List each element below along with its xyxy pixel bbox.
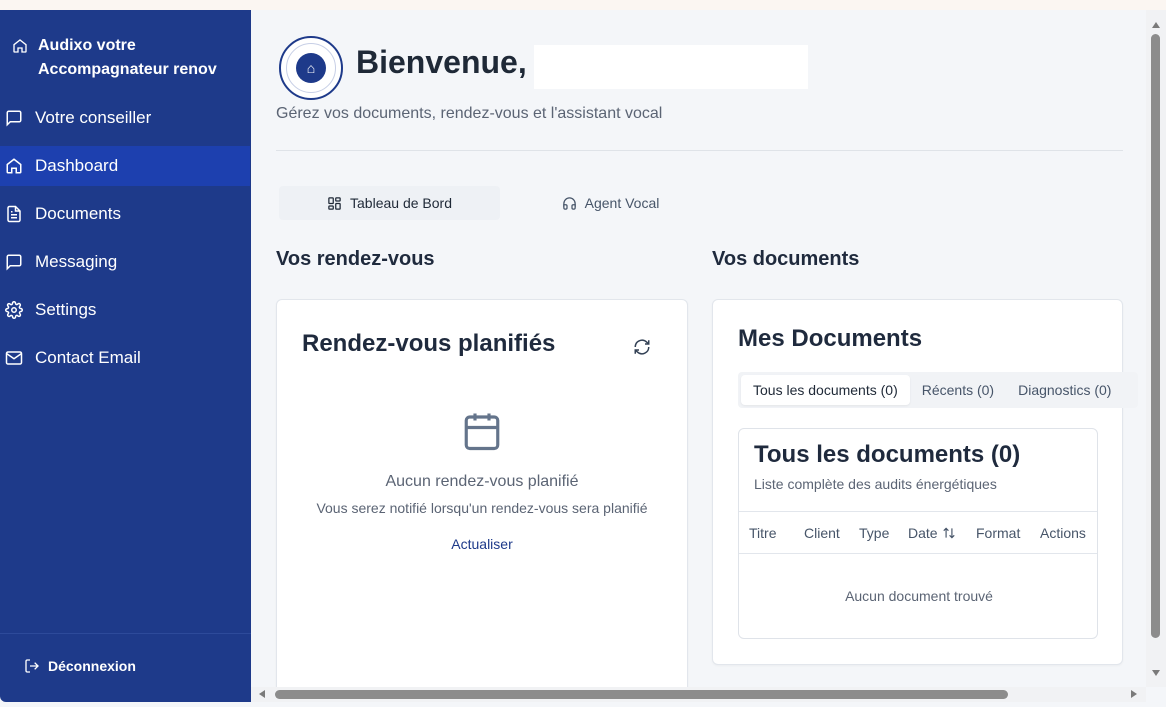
appointments-card-title: Rendez-vous planifiés (302, 330, 556, 357)
all-documents-subtitle: Liste complète des audits énergétiques (754, 476, 997, 492)
sidebar-item-label: Messaging (35, 252, 118, 271)
sidebar-divider (0, 633, 251, 634)
all-documents-panel: Tous les documents (0) Liste complète de… (738, 428, 1098, 639)
tab-recents[interactable]: Récents (0) (910, 375, 1006, 405)
logout-button[interactable]: Déconnexion (24, 658, 136, 674)
vertical-scrollbar[interactable] (1146, 10, 1166, 687)
message-square-icon (6, 110, 22, 127)
documents-table: Titre Client Type Date Format Actions Au… (739, 511, 1097, 638)
sidebar-item-messaging[interactable]: Messaging (0, 242, 250, 282)
brand-title: Audixo votre Accompagnateur renov (38, 37, 217, 78)
grid-icon (328, 196, 341, 210)
logout-icon (25, 659, 39, 673)
sidebar-item-dashboard[interactable]: Dashboard (0, 146, 250, 186)
scroll-right-arrow-icon[interactable] (1131, 690, 1137, 698)
tab-label: Tableau de Bord (350, 195, 452, 211)
scroll-up-arrow-icon[interactable] (1152, 22, 1160, 28)
tab-diagnostics[interactable]: Diagnostics (0) (1006, 375, 1123, 405)
all-documents-title: Tous les documents (0) (754, 441, 1021, 468)
empty-appointments-subtitle: Vous serez notifié lorsqu'un rendez-vous… (316, 500, 648, 516)
scroll-down-arrow-icon[interactable] (1152, 670, 1160, 676)
calendar-icon (464, 413, 500, 451)
tab-tableau-de-bord[interactable]: Tableau de Bord (279, 186, 500, 220)
gear-icon (5, 301, 23, 319)
sidebar-item-label: Settings (35, 300, 97, 319)
empty-documents-message: Aucun document trouvé (845, 588, 993, 604)
empty-appointments-title: Aucun rendez-vous planifié (385, 473, 579, 490)
sidebar-item-settings[interactable]: Settings (0, 290, 250, 330)
sort-icon (942, 527, 955, 538)
tab-label: Agent Vocal (584, 195, 660, 211)
column-header-label: Date (908, 524, 938, 541)
sidebar-item-label: Dashboard (35, 156, 119, 175)
headphones-icon (562, 196, 576, 210)
documents-card: Mes Documents Tous les documents (0) Réc… (712, 299, 1138, 665)
sidebar-item-documents[interactable]: Documents (0, 194, 250, 234)
horizontal-scrollbar[interactable] (251, 687, 1146, 702)
scroll-left-arrow-icon[interactable] (259, 690, 265, 698)
brand[interactable]: Audixo votre Accompagnateur renov (12, 34, 238, 82)
sidebar-item-label: Contact Email (35, 348, 141, 367)
documents-tabs: Tous les documents (0) Récents (0) Diagn… (738, 372, 1138, 408)
column-header-actions: Actions (1040, 524, 1086, 541)
file-text-icon (7, 205, 21, 223)
sidebar-item-contact-email[interactable]: Contact Email (0, 338, 250, 378)
tab-tous-les-documents[interactable]: Tous les documents (0) (741, 375, 910, 405)
appointments-section-title: Vos rendez-vous (276, 248, 435, 270)
message-square-icon (6, 254, 22, 271)
sidebar-item-label: Documents (35, 204, 121, 223)
logo: ⌂ (279, 36, 343, 100)
tab-agent-vocal[interactable]: Agent Vocal (500, 186, 721, 220)
column-header-date[interactable]: Date (898, 525, 966, 541)
home-icon (13, 39, 27, 53)
mail-icon (5, 351, 23, 365)
vertical-scroll-thumb[interactable] (1151, 34, 1160, 638)
header-divider (276, 150, 1123, 151)
documents-section-title: Vos documents (712, 248, 860, 270)
refresh-icon[interactable] (633, 338, 651, 356)
column-header-client[interactable]: Client (794, 525, 849, 541)
documents-card-title: Mes Documents (738, 325, 923, 352)
appointments-card: Rendez-vous planifiés Aucun rendez-vous … (276, 299, 688, 687)
horizontal-scroll-thumb[interactable] (275, 690, 1008, 699)
top-strip (0, 0, 1166, 10)
refresh-link[interactable]: Actualiser (277, 536, 687, 552)
main-content: ⌂ Bienvenue, Gérez vos documents, rendez… (251, 10, 1146, 687)
home-icon (6, 158, 22, 174)
page-title: Bienvenue, (356, 44, 527, 80)
logout-label: Déconnexion (48, 658, 136, 674)
column-header-titre[interactable]: Titre (739, 525, 794, 541)
redacted-name (534, 45, 808, 89)
column-header-format[interactable]: Format (966, 525, 1030, 541)
page-subtitle: Gérez vos documents, rendez-vous et l'as… (276, 105, 663, 122)
sidebar-item-label: Votre conseiller (35, 108, 152, 127)
table-header: Titre Client Type Date Format Actions (739, 512, 1097, 554)
sidebar-item-votre-conseiller[interactable]: Votre conseiller (0, 98, 250, 138)
column-header-type[interactable]: Type (849, 525, 898, 541)
main-tabs: Tableau de Bord Agent Vocal (279, 186, 725, 220)
sidebar: Audixo votre Accompagnateur renov Votre … (0, 10, 251, 702)
